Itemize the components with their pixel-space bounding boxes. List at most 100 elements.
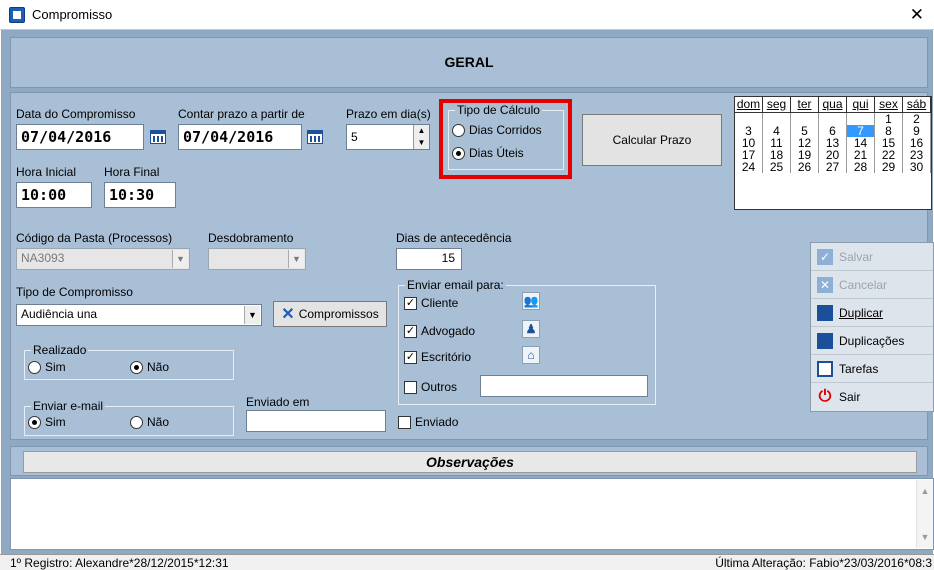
calendar-day[interactable]: 26 (791, 161, 819, 173)
tools-icon: ✕ (281, 306, 295, 323)
status-right: Última Alteração: Fabio*23/03/2016*08:3 (715, 556, 932, 570)
calendar-day[interactable]: 28 (847, 161, 875, 173)
desdobramento-label: Desdobramento (208, 231, 294, 245)
enviar-email-label: Enviar e-mail (31, 399, 106, 413)
spin-buttons[interactable]: ▲ ▼ (413, 125, 429, 149)
pasta-label: Código da Pasta (Processos) (16, 231, 173, 245)
radio-enviar-nao[interactable]: Não (130, 415, 169, 429)
home-icon[interactable]: ⌂ (522, 346, 540, 364)
chevron-down-icon: ▼ (288, 250, 304, 268)
radio-circle (28, 415, 41, 429)
radio-enviar-sim[interactable]: Sim (28, 415, 66, 429)
status-left: 1º Registro: Alexandre*28/12/2015*12:31 (10, 556, 229, 570)
calendar-day[interactable]: 27 (819, 161, 847, 173)
calendar-weekday: sáb (903, 97, 931, 113)
calendar-day[interactable]: 29 (875, 161, 903, 173)
checkbox-box (398, 415, 411, 429)
radio-circle (130, 415, 143, 429)
calendar-weekday-header: dom seg ter qua qui sex sáb (735, 97, 931, 113)
escritorio-label: Escritório (421, 350, 472, 364)
radio-label: Não (147, 415, 170, 429)
enviado-label: Enviado (415, 415, 459, 429)
spin-down-icon[interactable]: ▼ (414, 137, 429, 149)
calcular-prazo-button[interactable]: Calcular Prazo (582, 114, 722, 166)
spin-up-icon[interactable]: ▲ (414, 125, 429, 137)
prazo-stepper[interactable]: 5 ▲ ▼ (346, 124, 430, 150)
observacoes-textarea[interactable] (10, 478, 934, 550)
desdobramento-dropdown[interactable]: ▼ (208, 248, 306, 270)
observacoes-scrollbar[interactable]: ▲ ▼ (916, 480, 933, 548)
hora-final-field[interactable]: 10:30 (104, 182, 176, 208)
status-bar: 1º Registro: Alexandre*28/12/2015*12:31 … (0, 554, 934, 570)
duplications-button[interactable]: Duplicações (811, 327, 933, 355)
chevron-down-icon: ▼ (244, 306, 260, 324)
pasta-dropdown[interactable]: NA3093 ▼ (16, 248, 190, 270)
tipo-compromisso-label: Tipo de Compromisso (16, 285, 133, 299)
hora-inicial-label: Hora Inicial (16, 165, 77, 179)
highlight-box (439, 99, 572, 179)
radio-circle (130, 360, 143, 374)
radio-realizado-sim[interactable]: Sim (28, 360, 66, 374)
checkbox-box: ✓ (404, 296, 417, 310)
outros-checkbox[interactable]: Outros (404, 380, 457, 394)
power-icon: ⏻ (818, 388, 832, 405)
tipo-compromisso-dropdown[interactable]: Audiência una ▼ (16, 304, 262, 326)
outros-field[interactable] (480, 375, 648, 397)
duplicate-button-label: Duplicar (839, 305, 884, 320)
observacoes-title: Observações (23, 451, 917, 473)
outros-label: Outros (421, 380, 458, 394)
user-icon[interactable]: ♟ (522, 320, 540, 338)
actions-panel: ✓ Salvar ✕ Cancelar Duplicar Duplicações… (810, 242, 934, 412)
calendar-picker-button[interactable] (147, 126, 169, 148)
antecedencia-field[interactable]: 15 (396, 248, 462, 270)
calendar-icon (307, 130, 323, 144)
prazo-label: Prazo em dia(s) (346, 107, 431, 121)
group-users-icon[interactable]: 👥 (522, 292, 540, 310)
enviado-checkbox[interactable]: Enviado (398, 415, 458, 429)
calendar-day[interactable]: 24 (735, 161, 763, 173)
calendar-icon (150, 130, 166, 144)
duplicate-button[interactable]: Duplicar (811, 299, 933, 327)
month-calendar[interactable]: dom seg ter qua qui sex sáb 1 2 3 4 5 6 7 8 9 10 11 12 13 1… (734, 96, 932, 210)
chevron-down-icon: ▼ (172, 250, 188, 268)
duplications-button-label: Duplicações (839, 333, 905, 348)
scroll-up-icon[interactable]: ▲ (917, 486, 933, 496)
prazo-value: 5 (351, 130, 358, 144)
data-compromisso-field[interactable]: 07/04/2016 (16, 124, 144, 150)
exit-button[interactable]: ⏻ Sair (811, 383, 933, 411)
cancel-button[interactable]: ✕ Cancelar (811, 271, 933, 299)
checkmark-icon: ✓ (817, 248, 833, 265)
checkbox-box (404, 380, 417, 394)
calendar-picker-button-2[interactable] (304, 126, 326, 148)
escritorio-checkbox[interactable]: ✓ Escritório (404, 350, 471, 364)
title-bar: Compromisso ✕ (0, 0, 934, 30)
contar-prazo-field[interactable]: 07/04/2016 (178, 124, 302, 150)
radio-label: Sim (45, 415, 66, 429)
enviado-em-field[interactable] (246, 410, 386, 432)
tasks-button[interactable]: Tarefas (811, 355, 933, 383)
window-title: Compromisso (32, 7, 113, 22)
scroll-down-icon[interactable]: ▼ (917, 532, 933, 542)
duplicate-icon (817, 304, 833, 321)
calendar-week-row: 24 25 26 27 28 29 30 (735, 161, 931, 173)
tipo-compromisso-value: Audiência una (21, 307, 98, 321)
checkbox-box: ✓ (404, 324, 417, 338)
advogado-checkbox[interactable]: ✓ Advogado (404, 324, 475, 338)
advogado-label: Advogado (421, 324, 476, 338)
close-button[interactable]: ✕ (910, 5, 924, 25)
clipboard-icon (817, 360, 833, 377)
calendar-day[interactable]: 25 (763, 161, 791, 173)
hora-inicial-field[interactable]: 10:00 (16, 182, 92, 208)
calendar-grid: 1 2 3 4 5 6 7 8 9 10 11 12 13 14 15 16 17 18 19 20 21 22 23 24 2… (735, 113, 931, 173)
app-icon (9, 7, 25, 23)
observacoes-band: Observações (10, 446, 928, 476)
radio-realizado-nao[interactable]: Não (130, 360, 169, 374)
calendar-weekday: dom (735, 97, 763, 113)
compromissos-button[interactable]: ✕ Compromissos (273, 301, 387, 327)
pasta-value: NA3093 (21, 251, 65, 265)
calendar-weekday: sex (875, 97, 903, 113)
cliente-checkbox[interactable]: ✓ Cliente (404, 296, 458, 310)
calendar-day[interactable]: 30 (903, 161, 931, 173)
cancel-button-label: Cancelar (839, 277, 888, 292)
save-button[interactable]: ✓ Salvar (811, 243, 933, 271)
